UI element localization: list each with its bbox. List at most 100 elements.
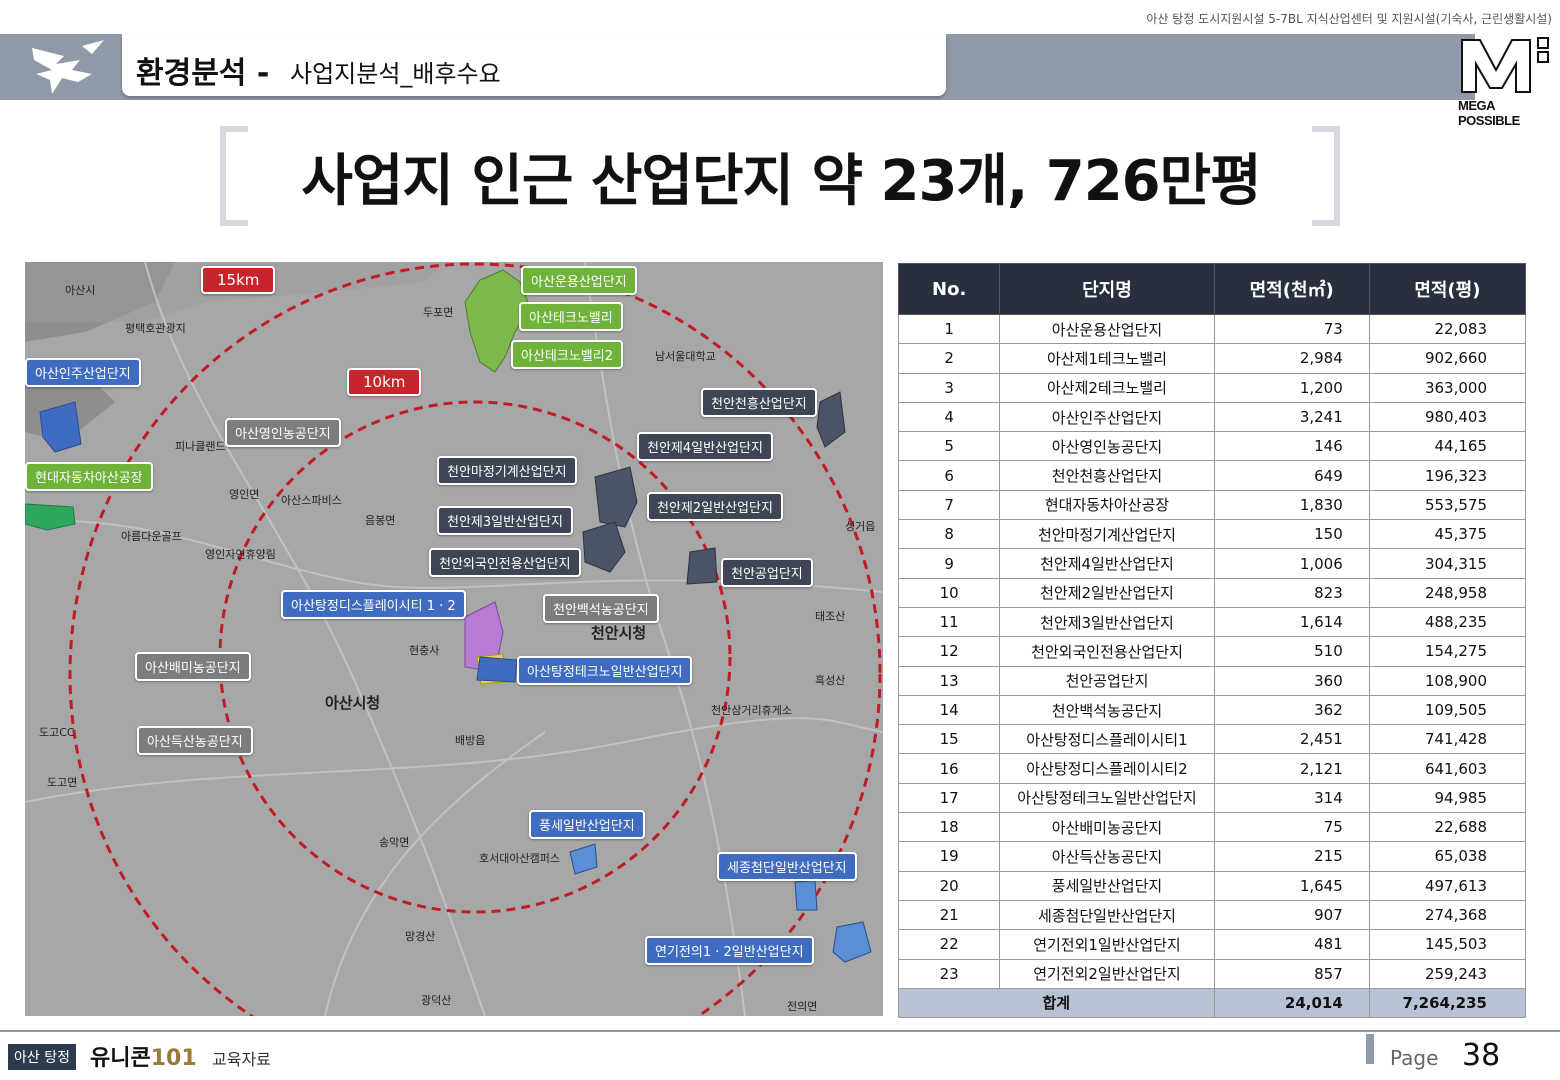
map-place-name: 영인면 (229, 488, 260, 501)
table-body: 1 아산운용산업단지 73 22,083 2 아산제1테크노밸리 2,984 902,660 3… (897, 313, 1527, 989)
footer-brand-number: 101 (150, 1046, 197, 1071)
area-m2: 510 (1213, 636, 1370, 667)
map-label: 천안백석농공단지 (543, 594, 659, 623)
area-m2: 73 (1213, 313, 1370, 345)
area-pyeong: 154,275 (1368, 636, 1527, 667)
column-header-name: 단지명 (999, 263, 1215, 315)
table-row: 17 아산탕정테크노일반산업단지 314 94,985 (897, 782, 1527, 814)
area-pyeong: 259,243 (1368, 958, 1527, 989)
map-place-name: 성거읍 (845, 520, 876, 533)
area-pyeong: 248,958 (1368, 577, 1527, 608)
section-subtitle: 사업지분석_배후수요 (290, 60, 501, 88)
map-label: 아산탕정디스플레이시티 1 · 2 (281, 590, 466, 619)
area-pyeong: 45,375 (1368, 519, 1527, 550)
column-header-area-m2: 면적(천㎡) (1213, 263, 1370, 315)
complex-name: 아산배미농공단지 (999, 812, 1215, 843)
row-number: 12 (897, 636, 1001, 667)
row-number: 1 (897, 313, 1001, 345)
map-place-name: 아산스파비스 (281, 494, 342, 507)
area-m2: 2,984 (1213, 343, 1370, 374)
area-pyeong: 196,323 (1368, 460, 1527, 491)
area-m2: 1,200 (1213, 372, 1370, 403)
area-m2: 481 (1213, 929, 1370, 960)
area-pyeong: 274,368 (1368, 899, 1527, 931)
table-row: 20 풍세일반산업단지 1,645 497,613 (897, 870, 1527, 901)
row-number: 7 (897, 489, 1001, 521)
map-label: 천안마정기계산업단지 (437, 456, 577, 485)
area-m2: 1,645 (1213, 870, 1370, 901)
area-pyeong: 497,613 (1368, 870, 1527, 901)
complex-name: 세종첨단일반산업단지 (999, 899, 1215, 931)
map-label: 아산득산농공단지 (137, 726, 253, 755)
map-label: 천안공업단지 (721, 558, 813, 587)
headline-left-bracket (220, 126, 248, 226)
section-title-box: 환경분석 - 사업지분석_배후수요 (122, 34, 946, 96)
row-number: 20 (897, 870, 1001, 901)
total-label: 합계 (898, 987, 1215, 1019)
total-area-pyeong: 7,264,235 (1368, 987, 1527, 1019)
row-number: 13 (897, 665, 1001, 696)
row-number: 21 (897, 899, 1001, 931)
complex-name: 아산탕정디스플레이시티2 (999, 753, 1215, 784)
ring-label-10km: 10km (347, 368, 422, 396)
complex-name: 천안제4일반산업단지 (999, 548, 1215, 579)
area-pyeong: 94,985 (1368, 782, 1527, 814)
area-pyeong: 109,505 (1368, 694, 1527, 726)
map-label: 아산배미농공단지 (135, 652, 251, 681)
area-m2: 1,614 (1213, 606, 1370, 638)
complex-name: 아산인주산업단지 (999, 401, 1215, 433)
area-m2: 146 (1213, 431, 1370, 462)
area-pyeong: 488,235 (1368, 606, 1527, 638)
row-number: 6 (897, 460, 1001, 491)
area-m2: 2,121 (1213, 753, 1370, 784)
footer-brand: 유니콘101 (90, 1040, 197, 1072)
table-row: 1 아산운용산업단지 73 22,083 (897, 313, 1527, 345)
map-place-name: 배방읍 (455, 734, 486, 747)
area-pyeong: 553,575 (1368, 489, 1527, 521)
footer-location-badge: 아산 탕정 (8, 1044, 76, 1070)
area-pyeong: 980,403 (1368, 401, 1527, 433)
row-number: 16 (897, 753, 1001, 784)
area-pyeong: 304,315 (1368, 548, 1527, 579)
industrial-complex-table: No. 단지명 면적(천㎡) 면적(평) 1 아산운용산업단지 73 22,083 2 아… (897, 263, 1527, 1019)
area-m2: 2,451 (1213, 724, 1370, 755)
area-m2: 360 (1213, 665, 1370, 696)
row-number: 2 (897, 343, 1001, 374)
complex-name: 천안외국인전용산업단지 (999, 636, 1215, 667)
mega-possible-logo: MEGA POSSIBLE (1458, 34, 1558, 128)
row-number: 14 (897, 694, 1001, 726)
complex-name: 아산탕정디스플레이시티1 (999, 724, 1215, 755)
area-m2: 1,830 (1213, 489, 1370, 521)
map-place-name: 피나클랜드 (175, 440, 226, 453)
total-area-m2: 24,014 (1213, 987, 1370, 1019)
map-place-name: 천안시청 (591, 624, 647, 642)
map-place-name: 두포면 (423, 306, 454, 319)
area-m2: 649 (1213, 460, 1370, 491)
area-m2: 857 (1213, 958, 1370, 989)
area-m2: 907 (1213, 899, 1370, 931)
complex-name: 아산영인농공단지 (999, 431, 1215, 462)
area-pyeong: 22,688 (1368, 812, 1527, 843)
industrial-complex-map: 15km 10km 아산운용산업단지 아산테크노밸리 아산테크노밸리2 아산인주… (25, 262, 883, 1016)
map-label: 세종첨단일반산업단지 (717, 852, 857, 881)
row-number: 18 (897, 812, 1001, 843)
row-number: 10 (897, 577, 1001, 608)
complex-name: 아산제1테크노밸리 (999, 343, 1215, 374)
complex-name: 천안공업단지 (999, 665, 1215, 696)
map-place-name: 도고CC (39, 726, 75, 739)
mega-possible-logo-icon (1461, 37, 1549, 93)
map-place-name: 망경산 (405, 930, 436, 943)
headline-right-bracket (1312, 126, 1340, 226)
table-row: 23 연기전외2일반산업단지 857 259,243 (897, 958, 1527, 989)
map-background (25, 262, 883, 1016)
row-number: 23 (897, 958, 1001, 989)
complex-name: 아산득산농공단지 (999, 841, 1215, 872)
area-pyeong: 145,503 (1368, 929, 1527, 960)
table-row: 11 천안제3일반산업단지 1,614 488,235 (897, 606, 1527, 638)
map-label: 아산테크노밸리 (519, 302, 623, 331)
area-pyeong: 641,603 (1368, 753, 1527, 784)
table-row: 3 아산제2테크노밸리 1,200 363,000 (897, 372, 1527, 403)
footer-subtitle: 교육자료 (212, 1050, 271, 1069)
row-number: 8 (897, 519, 1001, 550)
row-number: 9 (897, 548, 1001, 579)
